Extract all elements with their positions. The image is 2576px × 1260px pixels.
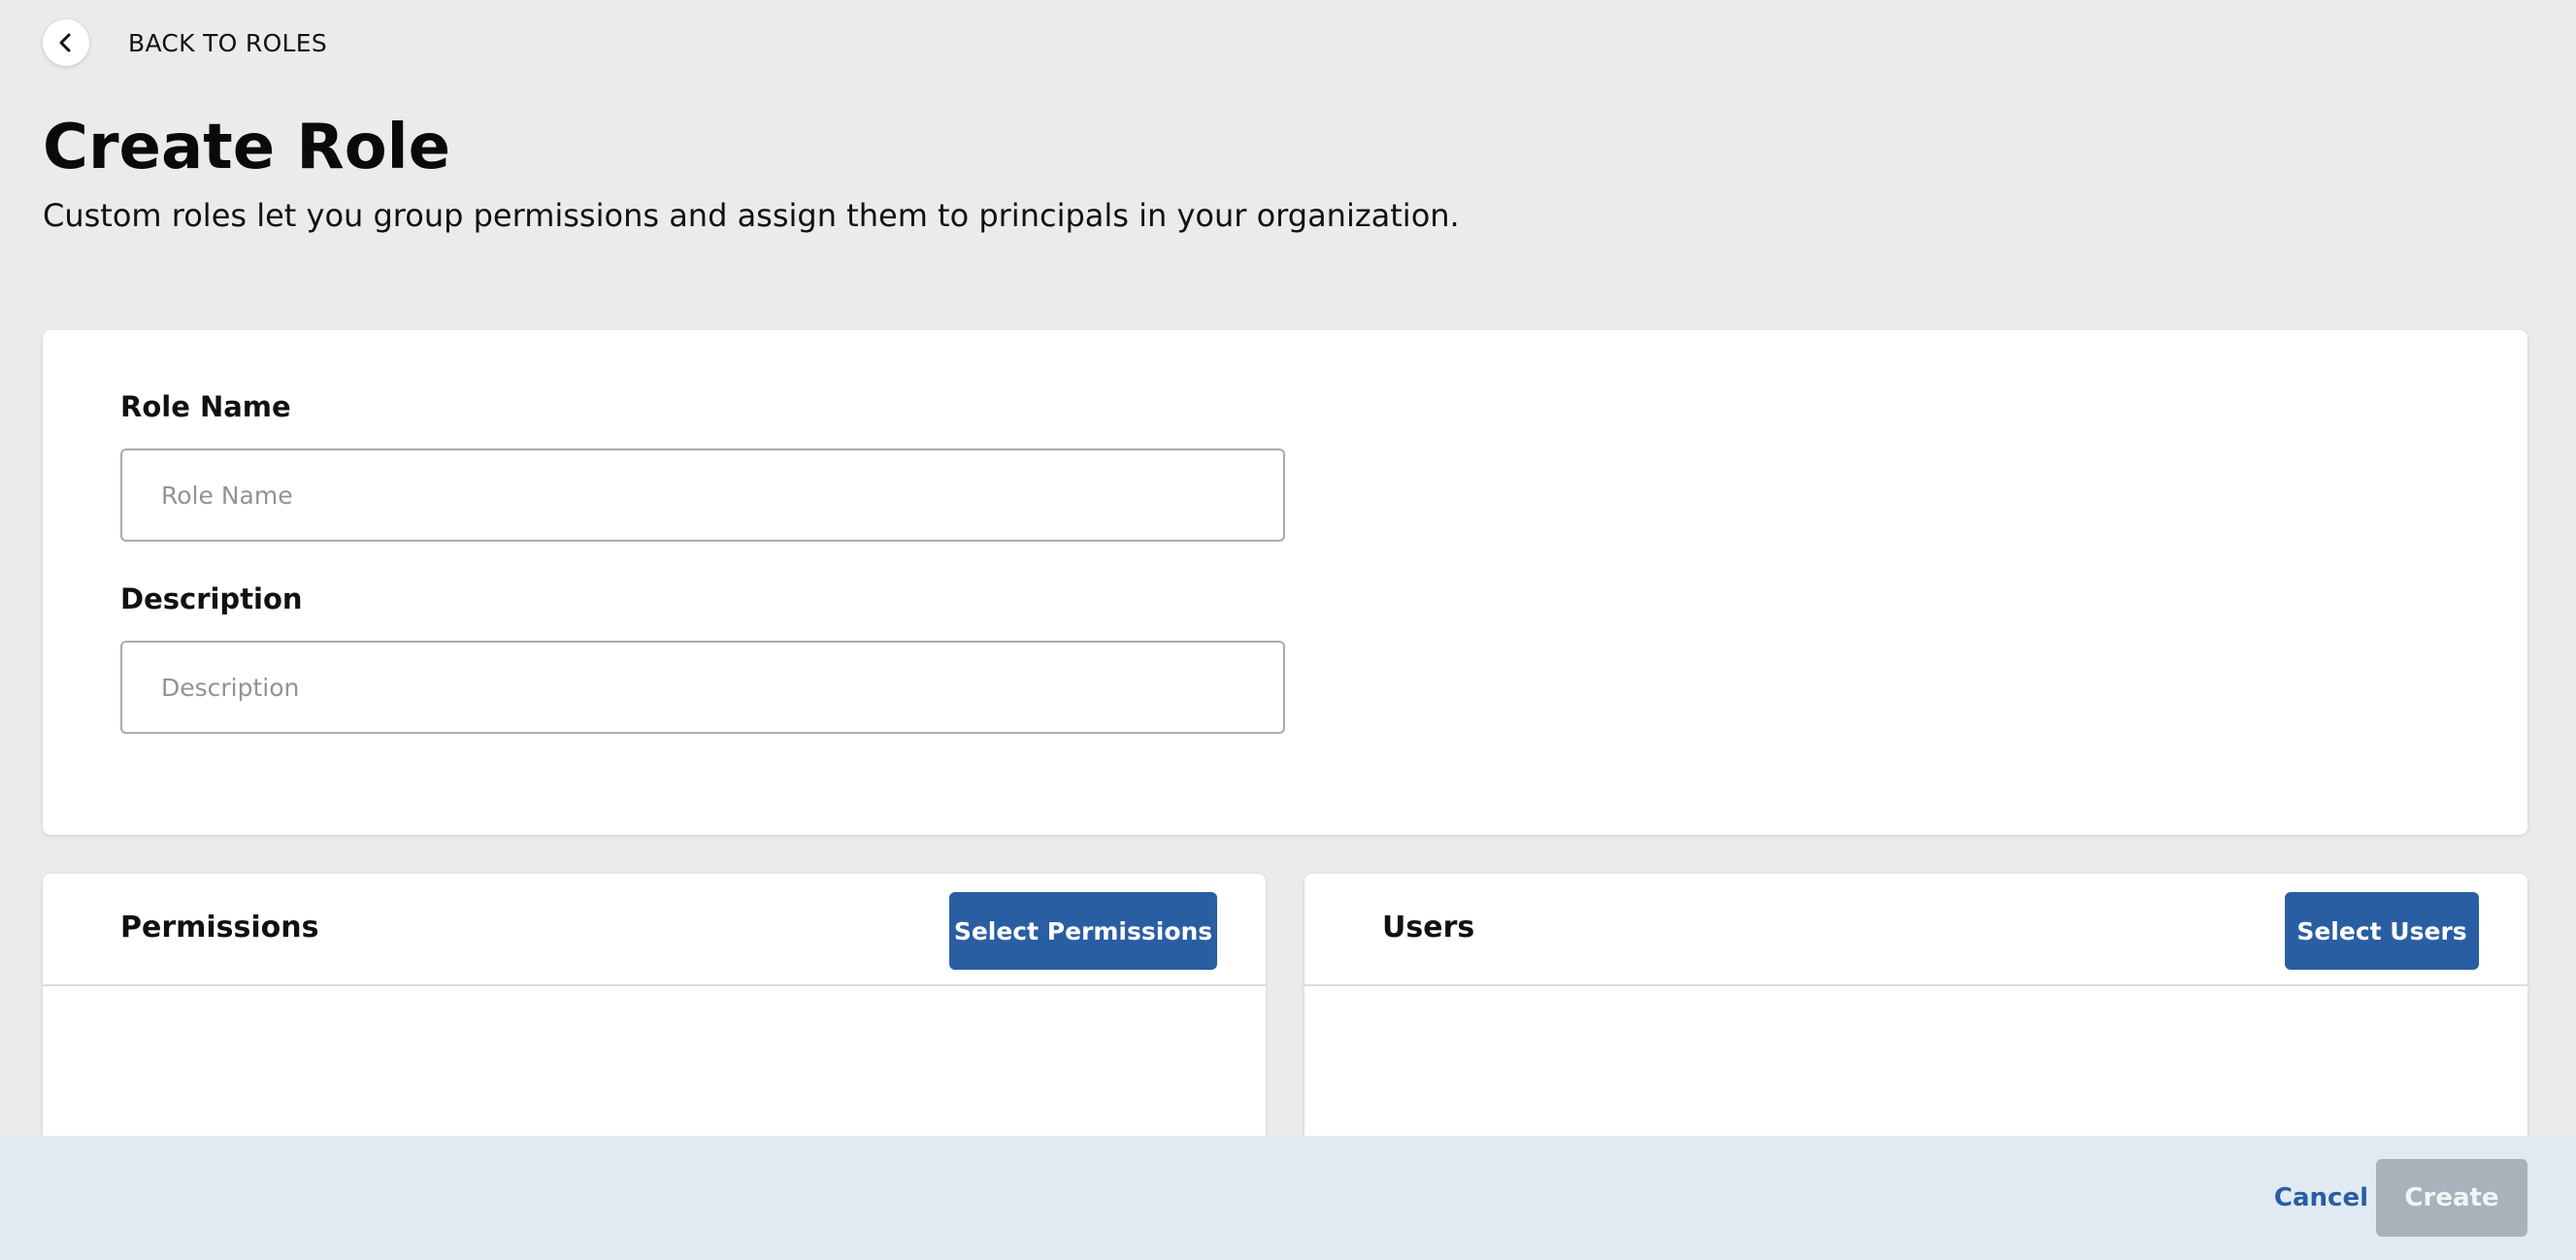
back-to-roles-label[interactable]: BACK TO ROLES: [128, 29, 327, 57]
cancel-button[interactable]: Cancel: [2274, 1136, 2368, 1260]
select-permissions-button[interactable]: Select Permissions: [949, 892, 1217, 970]
create-button[interactable]: Create: [2376, 1159, 2527, 1237]
create-role-page: BACK TO ROLES Create Role Custom roles l…: [0, 0, 2576, 1260]
back-to-roles-link[interactable]: BACK TO ROLES: [43, 19, 327, 66]
select-users-button[interactable]: Select Users: [2285, 892, 2479, 970]
users-title: Users: [1382, 911, 1475, 945]
description-input[interactable]: [120, 641, 1285, 734]
page-title: Create Role: [43, 112, 450, 183]
permissions-panel-header: Permissions Select Permissions: [43, 874, 1266, 986]
users-panel-header: Users Select Users: [1305, 874, 2527, 986]
role-name-input[interactable]: [120, 448, 1285, 542]
page-subtitle: Custom roles let you group permissions a…: [43, 197, 1460, 234]
description-label: Description: [120, 582, 303, 615]
role-details-card: Role Name Description: [43, 330, 2527, 835]
footer-action-bar: Cancel Create: [0, 1136, 2576, 1260]
chevron-left-icon: [59, 33, 71, 52]
permissions-title: Permissions: [120, 911, 319, 945]
back-button[interactable]: [43, 19, 89, 66]
role-name-label: Role Name: [120, 390, 291, 423]
